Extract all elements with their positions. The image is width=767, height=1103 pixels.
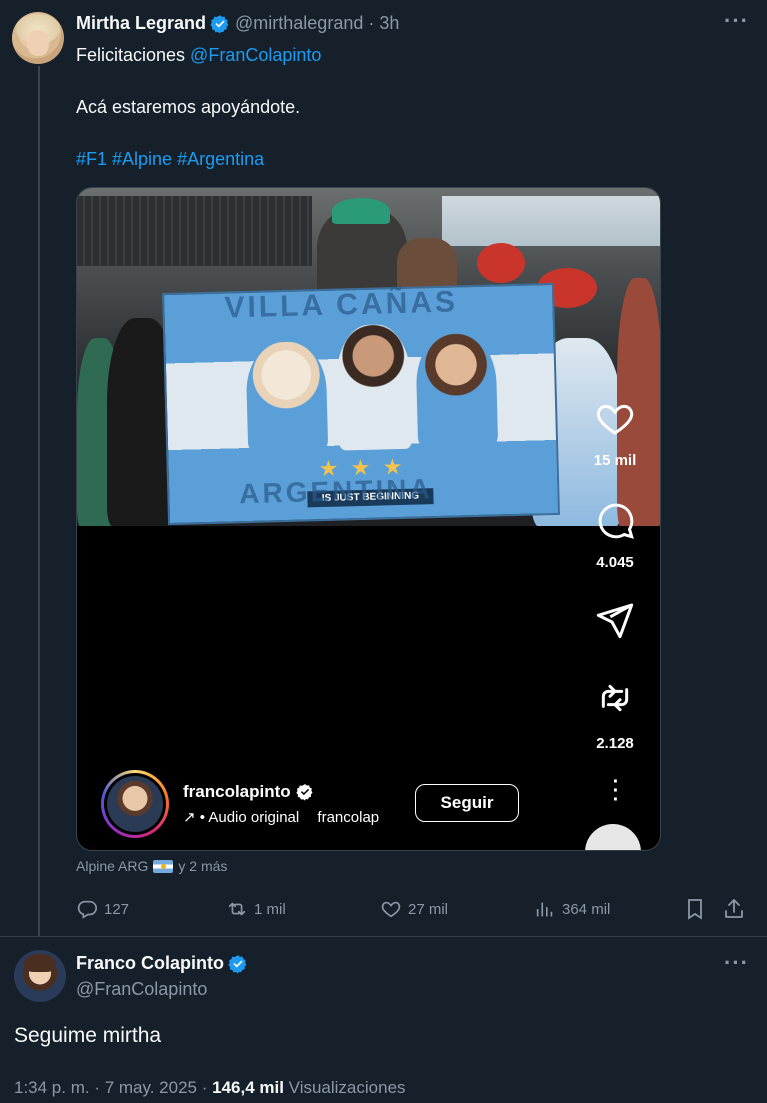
sky — [442, 196, 660, 246]
flag-portrait — [415, 331, 499, 449]
reply-header: Franco Colapinto — [76, 953, 248, 974]
repost-button[interactable]: 1 mil — [226, 895, 286, 923]
tweet-header: Mirtha Legrand @mirthalegrand · 3h — [76, 13, 399, 34]
avatar-hair — [24, 954, 56, 972]
audio-label: • Audio original — [199, 809, 300, 826]
username-row[interactable]: francolapinto — [183, 782, 314, 802]
flag-text-top: VILLA CAÑAS — [224, 285, 459, 325]
avatar[interactable] — [14, 950, 66, 1002]
author-handle[interactable]: @FranColapinto — [76, 979, 207, 1000]
share-icon[interactable] — [722, 897, 746, 921]
timestamp[interactable]: 1:34 p. m. · 7 may. 2025 · — [14, 1078, 212, 1097]
author-handle[interactable]: @mirthalegrand — [235, 13, 363, 34]
heart-icon — [381, 901, 401, 918]
hashtags-link[interactable]: #F1 #Alpine #Argentina — [76, 149, 264, 170]
more-options-icon[interactable]: ··· — [724, 950, 749, 976]
likes-count: 15 mil — [593, 452, 637, 469]
tweet-text-line2: Acá estaremos apoyándote. — [76, 97, 301, 117]
verified-badge-icon — [296, 784, 313, 801]
mention-link[interactable]: @FranColapinto — [190, 45, 321, 65]
avatar-face — [27, 30, 49, 56]
tweet-time[interactable]: · 3h — [368, 13, 399, 34]
flag-text-bottom: ARGENTINA — [238, 473, 434, 510]
argentina-flag-icon — [153, 859, 174, 873]
views-count: 364 mil — [562, 900, 611, 918]
stage-structure — [77, 196, 312, 266]
profile-avatar[interactable] — [101, 770, 169, 838]
author-name[interactable]: Mirtha Legrand — [76, 13, 206, 34]
embedded-video[interactable]: VILLA CAÑAS ★ ★ ★ IS JUST BEGINNING ARGE… — [76, 187, 661, 851]
reply-icon — [77, 900, 97, 919]
views-label: Visualizaciones — [283, 1078, 406, 1097]
views-count: 146,4 mil — [212, 1078, 284, 1097]
bookmark-icon[interactable] — [683, 897, 707, 921]
video-frame: VILLA CAÑAS ★ ★ ★ IS JUST BEGINNING ARGE… — [77, 188, 660, 526]
reply-button[interactable]: 127 — [76, 895, 129, 923]
verified-badge-icon — [210, 14, 229, 34]
share-icon[interactable] — [595, 600, 635, 640]
camera-icon[interactable] — [585, 824, 641, 850]
username[interactable]: francolapinto — [183, 782, 291, 802]
views-button[interactable]: 364 mil — [534, 895, 610, 923]
follow-button[interactable]: Seguir — [415, 784, 519, 822]
divider — [0, 936, 767, 937]
tweet-actions: 127 1 mil 27 mil 364 mil — [76, 895, 756, 923]
flag-portrait — [245, 340, 329, 453]
crowd-cap — [477, 243, 525, 283]
more-vertical-icon[interactable]: · · · — [611, 772, 621, 810]
tweet-text: Felicitaciones — [76, 45, 191, 65]
tweet-meta: 1:34 p. m. · 7 may. 2025 · 146,4 mil Vis… — [14, 1078, 406, 1098]
reposts-count: 2.128 — [596, 735, 634, 752]
repost-count: 1 mil — [254, 900, 286, 918]
avatar-pic — [107, 776, 163, 832]
audio-row[interactable]: ↗ • Audio original francolap — [183, 808, 379, 826]
reply-text: Seguime mirtha — [14, 1024, 162, 1047]
tagged-prefix: Alpine ARG — [76, 858, 149, 874]
crowd-cap — [332, 198, 390, 224]
heart-icon[interactable] — [595, 398, 635, 438]
audio-extra: francolap — [317, 809, 380, 826]
comments-count: 4.045 — [596, 554, 634, 571]
tagged-users[interactable]: Alpine ARG y 2 más — [76, 858, 227, 874]
views-icon — [536, 902, 553, 917]
repost-icon — [228, 902, 246, 916]
avatar[interactable] — [12, 12, 64, 64]
flag-banner: VILLA CAÑAS ★ ★ ★ IS JUST BEGINNING ARGE… — [162, 282, 560, 526]
tweet-original[interactable]: Mirtha Legrand @mirthalegrand · 3h ··· F… — [0, 0, 767, 936]
like-count: 27 mil — [408, 900, 449, 918]
flag-portrait — [334, 323, 414, 451]
tagged-suffix: y 2 más — [178, 858, 228, 874]
verified-badge-icon — [228, 954, 247, 974]
arrow-icon: ↗ — [183, 809, 196, 826]
reply-count: 127 — [104, 900, 130, 918]
tweet-text-line1: Felicitaciones @FranColapinto — [76, 45, 321, 66]
comment-icon[interactable] — [595, 500, 635, 540]
like-button[interactable]: 27 mil — [380, 895, 448, 923]
thread-line — [38, 66, 40, 936]
author-name[interactable]: Franco Colapinto — [76, 953, 224, 974]
more-options-icon[interactable]: ··· — [724, 8, 749, 34]
avatar-ring — [104, 773, 166, 835]
repost-icon[interactable] — [595, 678, 635, 718]
